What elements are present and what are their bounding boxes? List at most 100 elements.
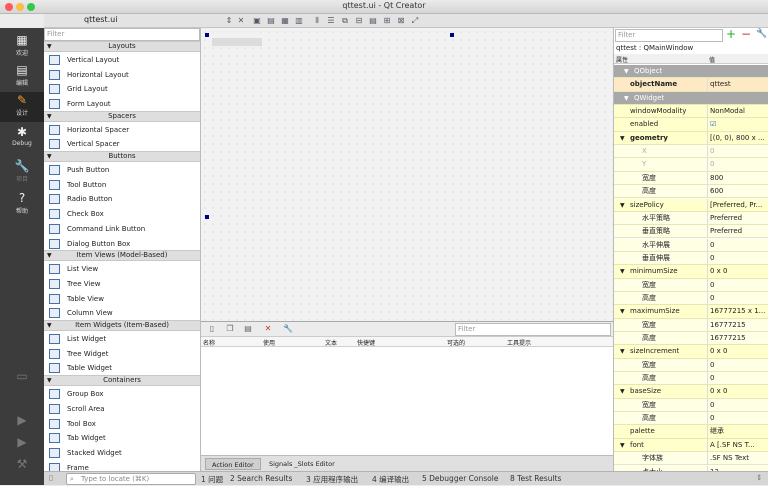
selection-handle[interactable] [205, 215, 209, 219]
menu-bar-placeholder[interactable] [212, 38, 262, 46]
widget-item[interactable]: Check Box [44, 207, 200, 221]
adjust-size-icon[interactable]: ⤢ [410, 16, 420, 26]
layout-horizontal-icon[interactable]: ⫴ [312, 16, 322, 26]
widget-category[interactable]: ▼ Layouts [44, 41, 200, 52]
mode-help[interactable]: ? 帮助 [0, 190, 44, 220]
edit-signals-icon[interactable]: ▤ [266, 16, 276, 26]
property-row[interactable]: ▼ minimumSize 0 x 0 [614, 265, 768, 279]
widget-item[interactable]: Radio Button [44, 192, 200, 206]
widget-item[interactable]: Table View [44, 292, 200, 306]
copy-action-icon[interactable]: ❐ [225, 324, 235, 334]
property-row[interactable]: 垂直策略 Preferred [614, 225, 768, 239]
property-row[interactable]: 高度 600 [614, 185, 768, 199]
property-row[interactable]: ▼ geometry [(0, 0), 800 x ... [614, 131, 768, 146]
widget-item[interactable]: Tree Widget [44, 347, 200, 361]
edit-tab-order-icon[interactable]: ▥ [294, 16, 304, 26]
widget-item[interactable]: Vertical Spacer [44, 137, 200, 151]
property-value[interactable]: 16777215 [707, 332, 768, 345]
configure-icon[interactable]: 🔧 [283, 324, 293, 334]
widget-item[interactable]: Scroll Area [44, 402, 200, 416]
property-row[interactable]: enabled ☑ [614, 118, 768, 132]
chevron-down-icon[interactable]: ▼ [620, 305, 625, 318]
action-filter-input[interactable]: Filter [455, 323, 611, 336]
widget-item[interactable]: Horizontal Spacer [44, 123, 200, 137]
property-row[interactable]: 水平策略 Preferred [614, 211, 768, 226]
property-filter-input[interactable]: Filter [615, 29, 723, 42]
column-header[interactable]: 使用 [263, 338, 275, 347]
property-section[interactable]: ▼ QObject [614, 65, 768, 79]
property-row[interactable]: 高度 0 [614, 291, 768, 306]
widget-item[interactable]: Dialog Button Box [44, 237, 200, 251]
tab-signals-slots-editor[interactable]: Signals _Slots Editor [263, 458, 341, 470]
toggle-sidebar-icon[interactable]: ▯ [49, 473, 53, 482]
property-value[interactable]: NonModal [707, 105, 768, 119]
build-button[interactable]: ⚒ [0, 456, 44, 486]
widget-item[interactable]: Table Widget [44, 361, 200, 375]
widget-item[interactable]: List Widget [44, 332, 200, 346]
property-row[interactable]: ▼ font A [.SF NS T... [614, 438, 768, 453]
property-row[interactable]: 字体族 .SF NS Text [614, 452, 768, 466]
property-row[interactable]: ▼ maximumSize 16777215 x 1... [614, 305, 768, 319]
property-value[interactable]: 0 [707, 291, 768, 305]
property-row[interactable]: 宽度 0 [614, 358, 768, 372]
add-property-icon[interactable]: + [726, 28, 736, 40]
property-row[interactable]: ▼ baseSize 0 x 0 [614, 385, 768, 399]
column-header[interactable]: 文本 [325, 338, 337, 347]
property-value[interactable]: .SF NS Text [707, 452, 768, 466]
property-value[interactable]: Preferred [707, 211, 768, 225]
widget-item[interactable]: Horizontal Layout [44, 68, 200, 82]
property-value[interactable]: 0 [707, 158, 768, 172]
widget-item[interactable]: Form Layout [44, 97, 200, 111]
pane-debugger-console[interactable]: 5 Debugger Console [422, 474, 498, 483]
widget-filter-input[interactable]: Filter [44, 28, 200, 41]
property-value[interactable]: [Preferred, Pr... [707, 198, 768, 212]
delete-action-icon[interactable]: ✕ [263, 324, 273, 334]
chevron-down-icon[interactable]: ▼ [620, 439, 625, 452]
open-file-name[interactable]: qttest.ui [84, 15, 117, 24]
layout-vertical-icon[interactable]: ☰ [326, 16, 336, 26]
selection-handle[interactable] [205, 33, 209, 37]
column-header[interactable]: 可选的 [447, 338, 465, 347]
widget-item[interactable]: List View [44, 262, 200, 276]
property-value[interactable]: 0 [707, 398, 768, 412]
layout-form-icon[interactable]: ▤ [368, 16, 378, 26]
widget-item[interactable]: Tab Widget [44, 431, 200, 445]
pane-issues[interactable]: 1 问题 [201, 474, 223, 485]
property-row[interactable]: 高度 0 [614, 412, 768, 426]
property-value[interactable]: 0 [707, 412, 768, 426]
property-value[interactable]: 0 x 0 [707, 345, 768, 359]
column-header[interactable]: 工具提示 [507, 338, 531, 347]
layout-split-h-icon[interactable]: ⧉ [340, 16, 350, 26]
property-value[interactable]: 16777215 [707, 318, 768, 332]
mode-welcome[interactable]: ▦ 欢迎 [0, 32, 44, 62]
property-value[interactable]: 0 [707, 358, 768, 372]
property-value[interactable]: 0 [707, 372, 768, 386]
property-row[interactable]: 高度 0 [614, 372, 768, 386]
kit-selector[interactable]: ▭ [0, 368, 44, 398]
chevron-down-icon[interactable]: ▼ [620, 132, 625, 145]
break-layout-icon[interactable]: ⊠ [396, 16, 406, 26]
property-value[interactable]: Preferred [707, 225, 768, 239]
chevron-down-icon[interactable]: ▼ [620, 199, 625, 212]
widget-category[interactable]: ▼ Item Views (Model-Based) [44, 250, 200, 262]
property-value[interactable]: 16777215 x 1... [707, 305, 768, 319]
property-value[interactable]: 800 [707, 171, 768, 185]
widget-category[interactable]: ▼ Buttons [44, 151, 200, 163]
new-action-icon[interactable]: ▯ [207, 324, 217, 334]
property-row[interactable]: 水平伸展 0 [614, 238, 768, 252]
pane-compile-output[interactable]: 4 编译输出 [372, 474, 409, 485]
property-value[interactable]: 0 x 0 [707, 265, 768, 279]
mode-design[interactable]: ✎ 设计 [0, 92, 44, 122]
output-pane-toggle-icon[interactable]: ⇕ [756, 473, 762, 482]
property-row[interactable]: X0 [614, 145, 768, 159]
pane-application-output[interactable]: 3 应用程序输出 [306, 474, 358, 485]
layout-grid-icon[interactable]: ⊞ [382, 16, 392, 26]
chevron-down-icon[interactable]: ▼ [620, 385, 625, 398]
property-value[interactable]: [(0, 0), 800 x ... [707, 131, 768, 145]
property-row[interactable]: objectName qttest [614, 78, 768, 92]
chevron-down-icon[interactable]: ▼ [624, 65, 629, 78]
mode-projects[interactable]: 🔧 项目 [0, 158, 44, 188]
edit-widgets-icon[interactable]: ▣ [252, 16, 262, 26]
property-row[interactable]: palette 继承 [614, 425, 768, 439]
widget-item[interactable]: Command Link Button [44, 222, 200, 236]
